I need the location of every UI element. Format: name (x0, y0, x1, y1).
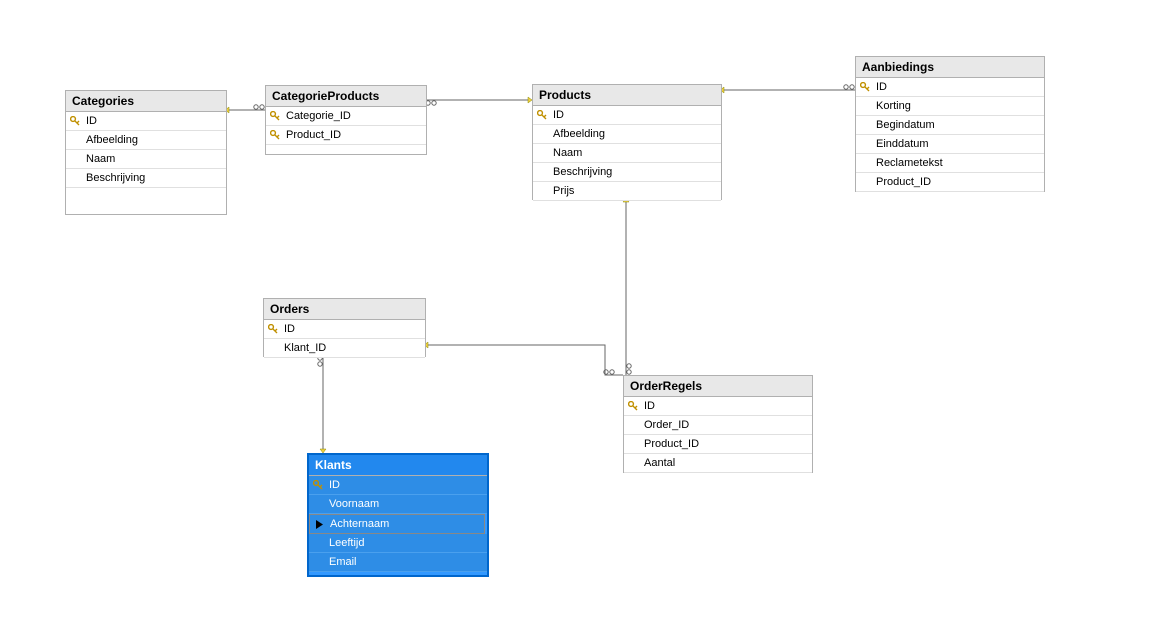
key-icon (266, 130, 284, 141)
key-icon (309, 480, 327, 491)
field-row[interactable]: ID (624, 397, 812, 416)
field-row[interactable]: Aantal (624, 454, 812, 473)
table-aanbiedings[interactable]: Aanbiedings ID Korting Begindatum Eindda… (855, 56, 1045, 192)
table-title[interactable]: Aanbiedings (856, 57, 1044, 78)
table-klants[interactable]: Klants ID Voornaam Achternaam Leeftijd E… (307, 453, 489, 577)
field-row[interactable]: Prijs (533, 182, 721, 201)
field-name: Naam (551, 147, 582, 159)
field-name: Afbeelding (551, 128, 605, 140)
field-row[interactable]: Product_ID (266, 126, 426, 145)
field-row[interactable]: Naam (66, 150, 226, 169)
field-name: Leeftijd (327, 537, 364, 549)
table-title[interactable]: CategorieProducts (266, 86, 426, 107)
field-name: Einddatum (874, 138, 929, 150)
key-icon (533, 110, 551, 121)
key-icon (266, 111, 284, 122)
field-row[interactable]: Klant_ID (264, 339, 425, 358)
field-name: Naam (84, 153, 115, 165)
field-row[interactable]: Order_ID (624, 416, 812, 435)
key-icon (624, 401, 642, 412)
table-title[interactable]: Orders (264, 299, 425, 320)
table-title[interactable]: OrderRegels (624, 376, 812, 397)
key-icon (66, 116, 84, 127)
field-name: Categorie_ID (284, 110, 351, 122)
table-title[interactable]: Klants (309, 455, 487, 476)
field-row[interactable]: Beschrijving (66, 169, 226, 188)
field-row[interactable]: Einddatum (856, 135, 1044, 154)
field-row[interactable]: ID (264, 320, 425, 339)
field-row[interactable]: Korting (856, 97, 1044, 116)
field-name: Beschrijving (84, 172, 145, 184)
key-icon (856, 82, 874, 93)
field-name: Prijs (551, 185, 574, 197)
field-row[interactable]: Product_ID (856, 173, 1044, 192)
field-name: Beschrijving (551, 166, 612, 178)
field-row[interactable]: ID (533, 106, 721, 125)
field-row[interactable]: ID (309, 476, 487, 495)
field-row[interactable]: Afbeelding (533, 125, 721, 144)
field-name: Order_ID (642, 419, 689, 431)
diagram-canvas[interactable]: Categories ID Afbeelding Naam Beschrijvi… (0, 0, 1149, 620)
field-row[interactable]: Product_ID (624, 435, 812, 454)
field-name: ID (282, 323, 295, 335)
field-name: Klant_ID (282, 342, 326, 354)
table-title[interactable]: Categories (66, 91, 226, 112)
field-name: ID (874, 81, 887, 93)
field-row[interactable]: ID (66, 112, 226, 131)
field-row[interactable]: Naam (533, 144, 721, 163)
field-row[interactable]: ID (856, 78, 1044, 97)
field-name: Aantal (642, 457, 675, 469)
key-icon (264, 324, 282, 335)
table-products[interactable]: Products ID Afbeelding Naam Beschrijving… (532, 84, 722, 200)
field-row[interactable]: Begindatum (856, 116, 1044, 135)
table-categorieproducts[interactable]: CategorieProducts Categorie_ID Product_I… (265, 85, 427, 155)
field-name: ID (84, 115, 97, 127)
field-name: Email (327, 556, 357, 568)
field-row[interactable]: Afbeelding (66, 131, 226, 150)
field-row-editing[interactable]: Achternaam (309, 514, 485, 534)
field-name: Afbeelding (84, 134, 138, 146)
row-pointer-icon (310, 520, 328, 529)
field-name: ID (642, 400, 655, 412)
field-row[interactable]: Reclametekst (856, 154, 1044, 173)
field-name: ID (551, 109, 564, 121)
field-row[interactable]: Categorie_ID (266, 107, 426, 126)
field-name: Product_ID (642, 438, 699, 450)
table-orderregels[interactable]: OrderRegels ID Order_ID Product_ID Aanta… (623, 375, 813, 473)
field-row[interactable]: Beschrijving (533, 163, 721, 182)
field-row[interactable]: Leeftijd (309, 534, 487, 553)
field-row[interactable]: Email (309, 553, 487, 572)
field-name: ID (327, 479, 340, 491)
table-orders[interactable]: Orders ID Klant_ID (263, 298, 426, 357)
field-name: Product_ID (874, 176, 931, 188)
field-name: Begindatum (874, 119, 935, 131)
field-row[interactable]: Voornaam (309, 495, 487, 514)
field-name: Reclametekst (874, 157, 943, 169)
table-categories[interactable]: Categories ID Afbeelding Naam Beschrijvi… (65, 90, 227, 215)
field-name: Korting (874, 100, 911, 112)
table-title[interactable]: Products (533, 85, 721, 106)
field-name: Product_ID (284, 129, 341, 141)
field-name: Voornaam (327, 498, 379, 510)
field-name[interactable]: Achternaam (328, 518, 389, 530)
